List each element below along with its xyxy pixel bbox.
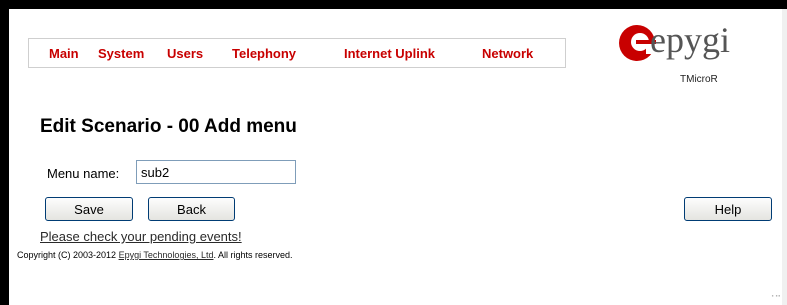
resize-grip-icon[interactable]: ⠠⠤	[768, 290, 781, 299]
menu-name-input[interactable]	[136, 160, 296, 184]
nav-users[interactable]: Users	[167, 45, 203, 63]
copyright-suffix: . All rights reserved.	[213, 250, 293, 260]
pending-events-link[interactable]: Please check your pending events!	[40, 229, 242, 244]
help-button[interactable]: Help	[684, 197, 772, 221]
nav-internet-uplink[interactable]: Internet Uplink	[344, 45, 435, 63]
copyright-prefix: Copyright (C) 2003-2012	[17, 250, 119, 260]
save-button[interactable]: Save	[45, 197, 133, 221]
nav-main[interactable]: Main	[49, 45, 79, 63]
brand-logo: epygi TMicroR	[616, 20, 766, 85]
nav-telephony[interactable]: Telephony	[232, 45, 296, 63]
page-title: Edit Scenario - 00 Add menu	[40, 116, 297, 137]
company-link[interactable]: Epygi Technologies, Ltd	[119, 250, 214, 260]
logo-model: TMicroR	[680, 74, 718, 85]
menu-name-label: Menu name:	[47, 166, 120, 181]
window-edge-shadow	[782, 9, 787, 305]
back-button[interactable]: Back	[148, 197, 235, 221]
nav-network[interactable]: Network	[482, 45, 533, 63]
nav-system[interactable]: System	[98, 45, 144, 63]
logo-wordmark: epygi	[650, 20, 730, 60]
copyright-footer: Copyright (C) 2003-2012 Epygi Technologi…	[17, 250, 293, 260]
